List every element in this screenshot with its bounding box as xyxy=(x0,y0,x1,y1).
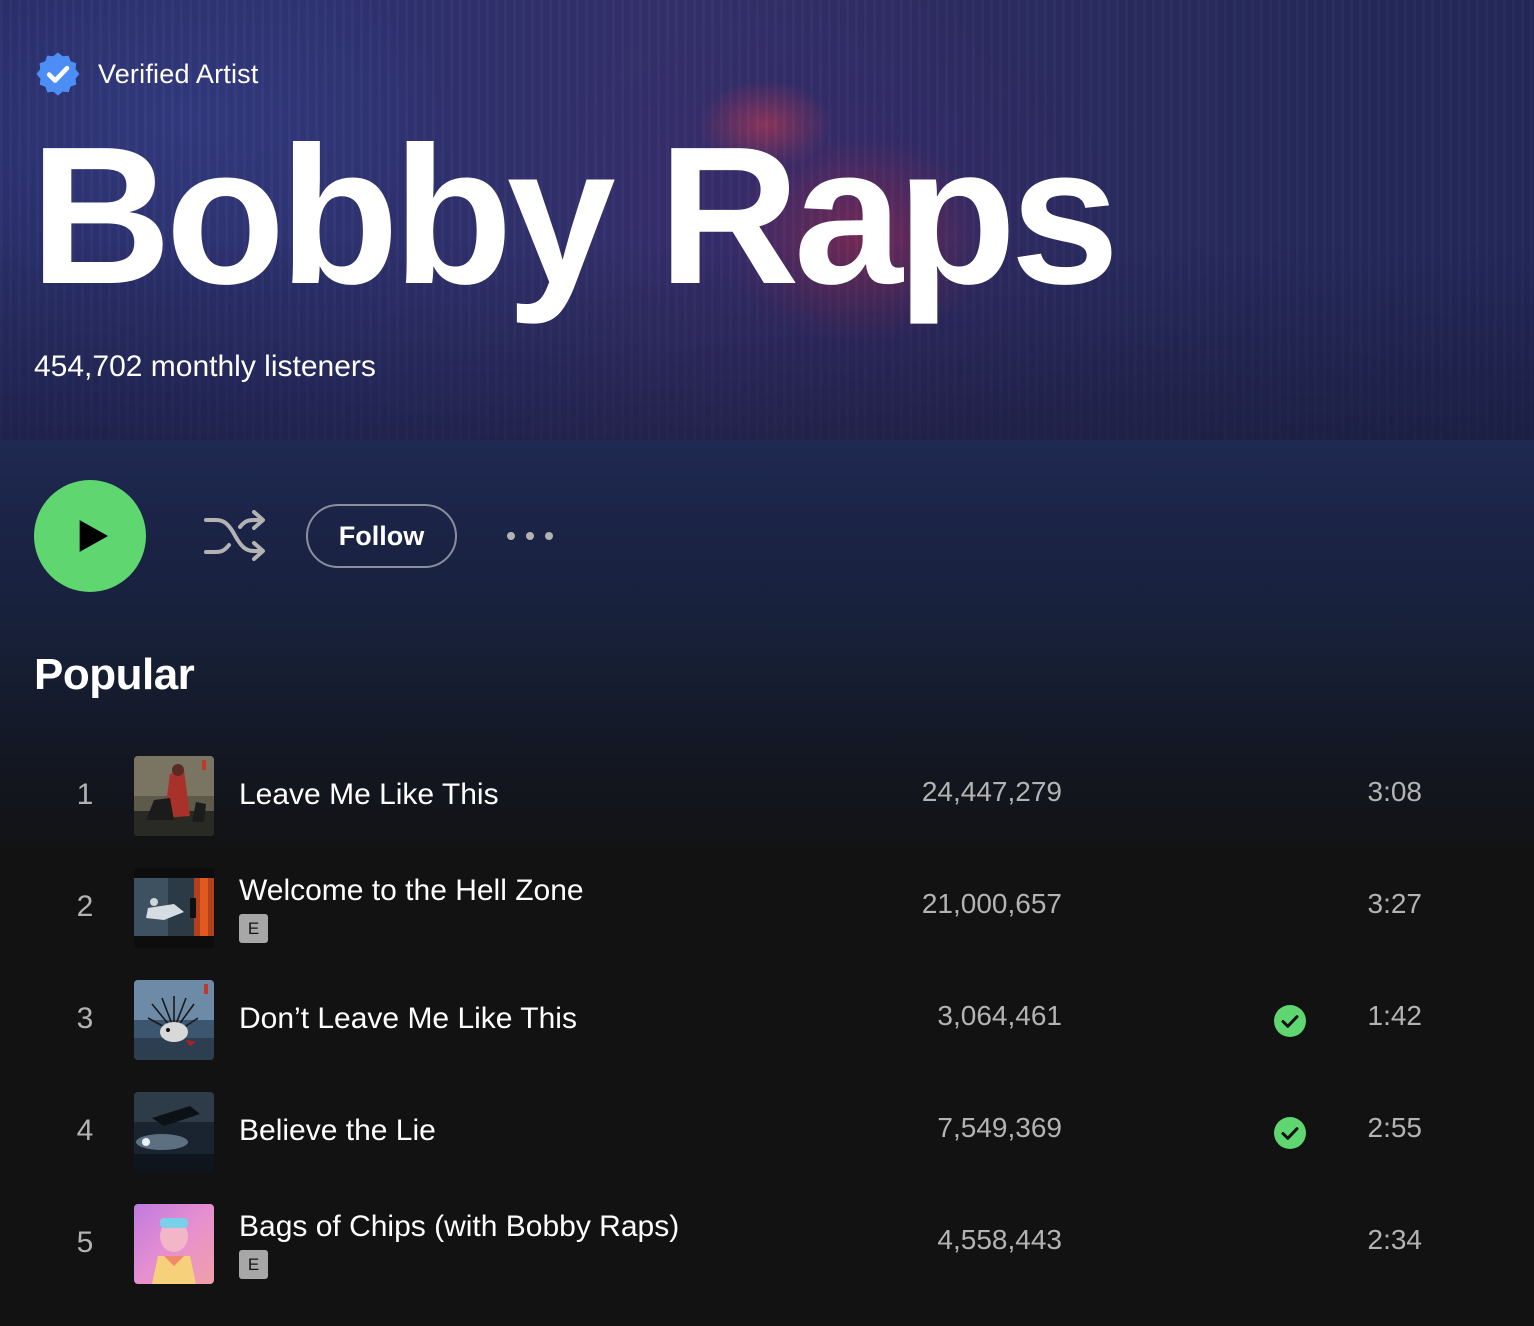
track-row[interactable]: 2 Welcome to the Hell Zone E 21,000,657 … xyxy=(0,852,1534,964)
track-number: 5 xyxy=(76,1226,94,1259)
explicit-badge: E xyxy=(239,914,268,943)
album-cover xyxy=(134,980,214,1060)
play-count: 24,447,279 xyxy=(921,776,1062,807)
track-duration: 3:27 xyxy=(1367,888,1423,919)
verified-artist-badge: Verified Artist xyxy=(34,50,259,98)
track-row[interactable]: 5 Bags of Chips (with Bobby Raps) E 4,55… xyxy=(0,1188,1534,1300)
track-duration: 2:34 xyxy=(1367,1224,1423,1255)
monthly-listeners: 454,702 monthly listeners xyxy=(34,350,376,383)
track-number: 4 xyxy=(76,1114,94,1147)
play-button[interactable] xyxy=(34,480,146,592)
track-row[interactable]: 3 Don’t Leave Me Like This 3,064,461 1:4… xyxy=(0,964,1534,1076)
explicit-badge: E xyxy=(239,1250,268,1279)
play-count: 3,064,461 xyxy=(937,1000,1062,1031)
play-count: 7,549,369 xyxy=(937,1112,1062,1143)
track-title[interactable]: Bags of Chips (with Bobby Raps) xyxy=(239,1210,679,1244)
track-title[interactable]: Leave Me Like This xyxy=(239,778,499,812)
shuffle-icon xyxy=(204,510,265,561)
track-duration: 2:55 xyxy=(1367,1112,1423,1143)
verified-artist-label: Verified Artist xyxy=(98,58,259,89)
verified-badge-icon xyxy=(36,52,80,96)
track-title[interactable]: Don’t Leave Me Like This xyxy=(239,1002,577,1036)
play-count: 4,558,443 xyxy=(937,1224,1062,1255)
artist-page: Verified Artist Bobby Raps 454,702 month… xyxy=(0,0,1534,1326)
track-number: 3 xyxy=(76,1002,94,1035)
popular-section-title: Popular xyxy=(34,650,195,699)
album-cover xyxy=(134,756,214,836)
album-cover xyxy=(134,1204,214,1284)
track-number: 1 xyxy=(76,778,94,811)
saved-check-icon[interactable] xyxy=(1273,1116,1307,1150)
track-title[interactable]: Welcome to the Hell Zone xyxy=(239,874,584,908)
saved-check-icon[interactable] xyxy=(1273,1004,1307,1038)
play-icon xyxy=(79,520,108,552)
track-duration: 3:08 xyxy=(1367,776,1423,807)
shuffle-button[interactable] xyxy=(202,506,268,566)
track-row[interactable]: 1 Leave Me Like This 24,447,279 3:08 xyxy=(0,740,1534,852)
artist-header: Verified Artist Bobby Raps 454,702 month… xyxy=(0,0,1534,440)
more-options-button[interactable] xyxy=(500,520,560,552)
album-cover xyxy=(134,868,214,948)
track-duration: 1:42 xyxy=(1367,1000,1423,1031)
track-number: 2 xyxy=(76,890,94,923)
artist-name: Bobby Raps xyxy=(30,106,1119,325)
follow-button[interactable]: Follow xyxy=(306,504,457,568)
track-row[interactable]: 4 Believe the Lie 7,549,369 2:55 xyxy=(0,1076,1534,1188)
album-cover xyxy=(134,1092,214,1172)
track-title[interactable]: Believe the Lie xyxy=(239,1114,436,1148)
play-count: 21,000,657 xyxy=(921,888,1062,919)
more-options-icon xyxy=(507,532,515,540)
